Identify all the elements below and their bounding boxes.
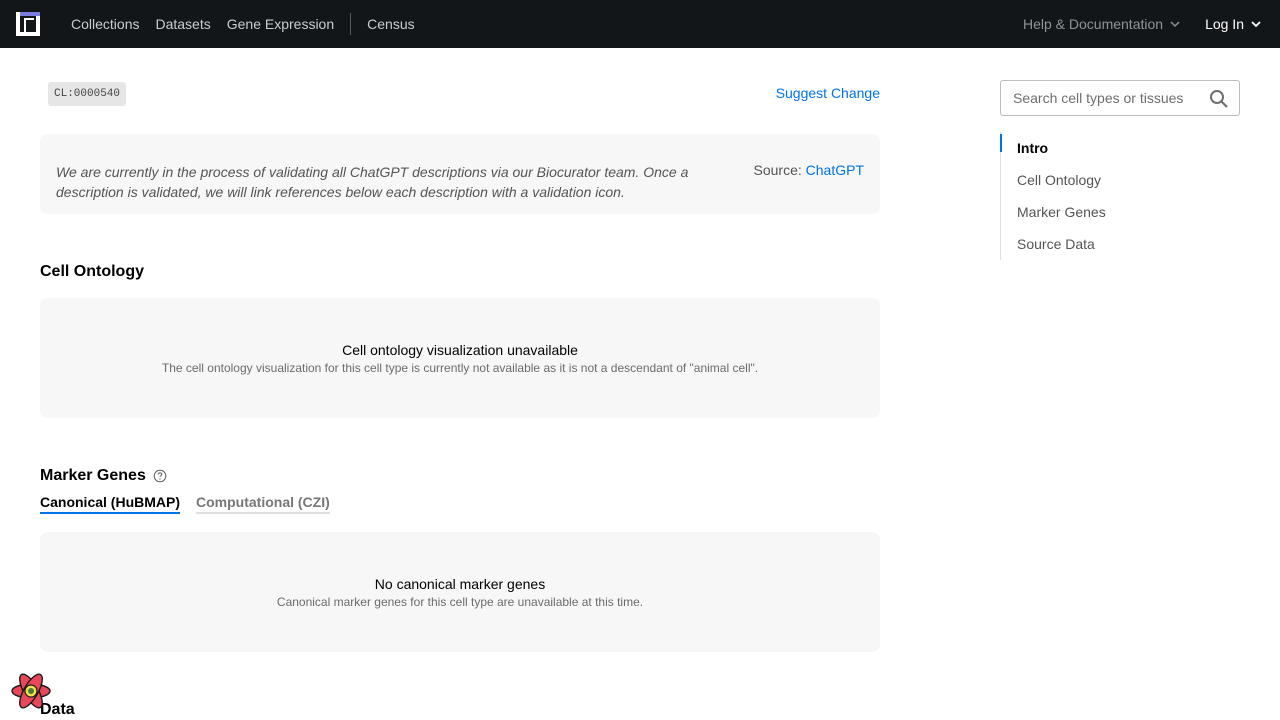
login-label: Log In: [1205, 16, 1244, 32]
marker-genes-empty-title: No canonical marker genes: [374, 576, 546, 592]
help-documentation-menu[interactable]: Help & Documentation: [1023, 16, 1181, 32]
source-chatgpt-link[interactable]: ChatGPT: [806, 162, 864, 178]
description-source: Source: ChatGPT: [754, 162, 865, 178]
search-icon[interactable]: [1209, 89, 1229, 109]
table-of-contents: Intro Cell Ontology Marker Genes Source …: [1000, 132, 1200, 260]
cellxgene-logo-icon[interactable]: [16, 12, 40, 36]
toc-item-cell-ontology[interactable]: Cell Ontology: [1001, 164, 1200, 196]
marker-genes-heading: Marker Genes: [40, 467, 146, 484]
nav-gene-expression[interactable]: Gene Expression: [227, 16, 334, 32]
source-prefix: Source:: [753, 162, 802, 178]
marker-genes-empty-subtitle: Canonical marker genes for this cell typ…: [276, 595, 644, 609]
cell-ontology-heading: Cell Ontology: [40, 263, 144, 280]
toc-item-source-data[interactable]: Source Data: [1001, 228, 1200, 260]
question-circle-icon[interactable]: [153, 469, 167, 483]
top-nav: Collections Datasets Gene Expression Cen…: [0, 0, 1280, 48]
nav-divider: [350, 13, 352, 35]
tab-canonical-hubmap[interactable]: Canonical (HuBMAP): [40, 494, 180, 514]
help-documentation-label: Help & Documentation: [1022, 16, 1164, 32]
react-devtools-icon[interactable]: [10, 670, 52, 712]
search-box: [1000, 80, 1240, 116]
nav-datasets[interactable]: Datasets: [155, 16, 210, 32]
description-panel: We are currently in the process of valid…: [40, 134, 880, 214]
toc-item-marker-genes[interactable]: Marker Genes: [1001, 196, 1200, 228]
cell-ontology-panel: Cell ontology visualization unavailable …: [40, 298, 880, 418]
cell-ontology-unavailable-title: Cell ontology visualization unavailable: [342, 342, 578, 358]
marker-genes-tabs: Canonical (HuBMAP) Computational (CZI): [40, 494, 346, 514]
ontology-id-badge[interactable]: CL:0000540: [48, 82, 127, 106]
nav-census[interactable]: Census: [367, 16, 414, 32]
nav-collections[interactable]: Collections: [71, 16, 139, 32]
chevron-down-icon: [1251, 21, 1261, 28]
suggest-change-link[interactable]: Suggest Change: [776, 85, 880, 101]
tab-computational-czi[interactable]: Computational (CZI): [196, 494, 330, 514]
search-input[interactable]: [1013, 81, 1208, 115]
toc-item-intro[interactable]: Intro: [1000, 132, 1200, 164]
cell-ontology-unavailable-subtitle: The cell ontology visualization for this…: [161, 361, 759, 375]
chevron-down-icon: [1170, 21, 1180, 28]
marker-genes-panel: No canonical marker genes Canonical mark…: [40, 532, 880, 652]
description-text: We are currently in the process of valid…: [56, 164, 689, 200]
login-menu[interactable]: Log In: [1205, 16, 1262, 32]
